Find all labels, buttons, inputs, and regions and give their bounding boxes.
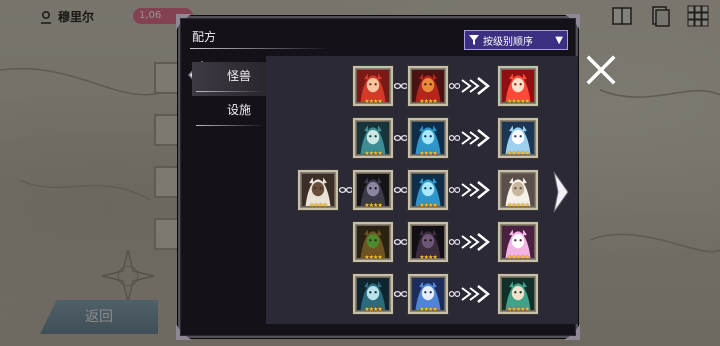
arrow-right-icon <box>461 77 490 95</box>
category-tabs: 怪兽 设施 <box>192 62 276 130</box>
star-rating: ★★★★★ <box>507 202 530 209</box>
chain-link-icon <box>449 135 460 141</box>
title-divider <box>190 48 330 49</box>
frame-corner-icon <box>564 324 580 340</box>
star-rating: ★★★★★ <box>507 254 530 261</box>
ingredient-slot[interactable]: ★★★★ <box>408 222 448 262</box>
arrow-right-icon <box>461 129 490 147</box>
result-slot[interactable]: ★★★★★ <box>498 222 538 262</box>
chain-link-icon <box>449 291 460 297</box>
sort-label: 按级别顺序 <box>483 36 533 48</box>
ingredient-slot[interactable]: ★★★★ <box>353 66 393 106</box>
sort-dropdown[interactable]: 按级别顺序 ▼ <box>464 30 568 50</box>
result-slot[interactable]: ★★★★★ <box>498 66 538 106</box>
result-slot[interactable]: ★★★★★ <box>498 118 538 158</box>
star-rating: ★★★★★ <box>507 98 530 105</box>
ingredient-slot[interactable]: ★★★★ <box>408 118 448 158</box>
dialog-title: 配方 <box>192 30 217 44</box>
star-rating: ★★★★ <box>364 150 383 157</box>
chain-link-icon <box>449 187 460 193</box>
star-rating: ★★★★ <box>364 254 383 261</box>
filter-funnel-icon <box>469 35 479 45</box>
chain-link-icon <box>394 135 408 141</box>
ingredient-slot[interactable]: ★★★★ <box>408 274 448 314</box>
ingredient-slot[interactable]: ★★★★ <box>298 170 338 210</box>
ingredient-slot[interactable]: ★★★★ <box>353 170 393 210</box>
close-icon[interactable] <box>585 54 617 86</box>
star-rating: ★★★★ <box>309 202 328 209</box>
recipe-row: ★★★★ ★★★★ ★★★★★ <box>266 222 578 268</box>
star-rating: ★★★★ <box>419 98 438 105</box>
arrow-right-icon <box>461 181 490 199</box>
result-slot[interactable]: ★★★★★ <box>498 274 538 314</box>
star-rating: ★★★★ <box>364 202 383 209</box>
tab-label: 怪兽 <box>227 69 252 83</box>
chevron-down-icon: ▼ <box>555 34 563 46</box>
chain-link-icon <box>449 239 460 245</box>
result-slot[interactable]: ★★★★★ <box>498 170 538 210</box>
star-rating: ★★★★ <box>419 254 438 261</box>
star-rating: ★★★★ <box>364 98 383 105</box>
recipe-list: ★★★★ ★★★★ ★★★★★ ★★★★ ★★★★ ★★★★★ ★★★★ ★★★… <box>266 56 578 324</box>
recipe-row: ★★★★ ★★★★ ★★★★★ <box>266 274 578 320</box>
tab-underline <box>196 125 264 126</box>
chain-link-icon <box>394 291 408 297</box>
ingredient-slot[interactable]: ★★★★ <box>408 170 448 210</box>
frame-corner-icon <box>564 14 580 30</box>
chain-link-icon <box>394 239 408 245</box>
recipe-row: ★★★★ ★★★★ ★★★★ ★★★★★ <box>266 170 578 216</box>
recipe-row: ★★★★ ★★★★ ★★★★★ <box>266 66 578 112</box>
tab-facility[interactable]: 设施 <box>192 96 276 130</box>
star-rating: ★★★★★ <box>507 150 530 157</box>
tab-label: 设施 <box>227 103 252 117</box>
star-rating: ★★★★ <box>419 150 438 157</box>
arrow-right-icon <box>461 285 490 303</box>
frame-corner-icon <box>176 14 192 30</box>
recipe-row: ★★★★ ★★★★ ★★★★★ <box>266 118 578 164</box>
star-rating: ★★★★ <box>364 306 383 313</box>
ingredient-slot[interactable]: ★★★★ <box>408 66 448 106</box>
frame-corner-icon <box>176 324 192 340</box>
tab-monster[interactable]: 怪兽 <box>192 62 276 96</box>
chain-link-icon <box>449 83 460 89</box>
tab-underline <box>196 91 264 92</box>
next-page-icon[interactable] <box>550 170 572 214</box>
chain-link-icon <box>339 187 353 193</box>
chain-link-icon <box>394 83 408 89</box>
chain-link-icon <box>394 187 408 193</box>
star-rating: ★★★★★ <box>507 306 530 313</box>
ingredient-slot[interactable]: ★★★★ <box>353 222 393 262</box>
ingredient-slot[interactable]: ★★★★ <box>353 118 393 158</box>
star-rating: ★★★★ <box>419 202 438 209</box>
ingredient-slot[interactable]: ★★★★ <box>353 274 393 314</box>
recipe-dialog: 配方 按级别顺序 ▼ 怪兽 设施 ★★★★ ★★★★ ★★★★★ ★★★★ ★★… <box>176 14 580 340</box>
arrow-right-icon <box>461 233 490 251</box>
star-rating: ★★★★ <box>419 306 438 313</box>
